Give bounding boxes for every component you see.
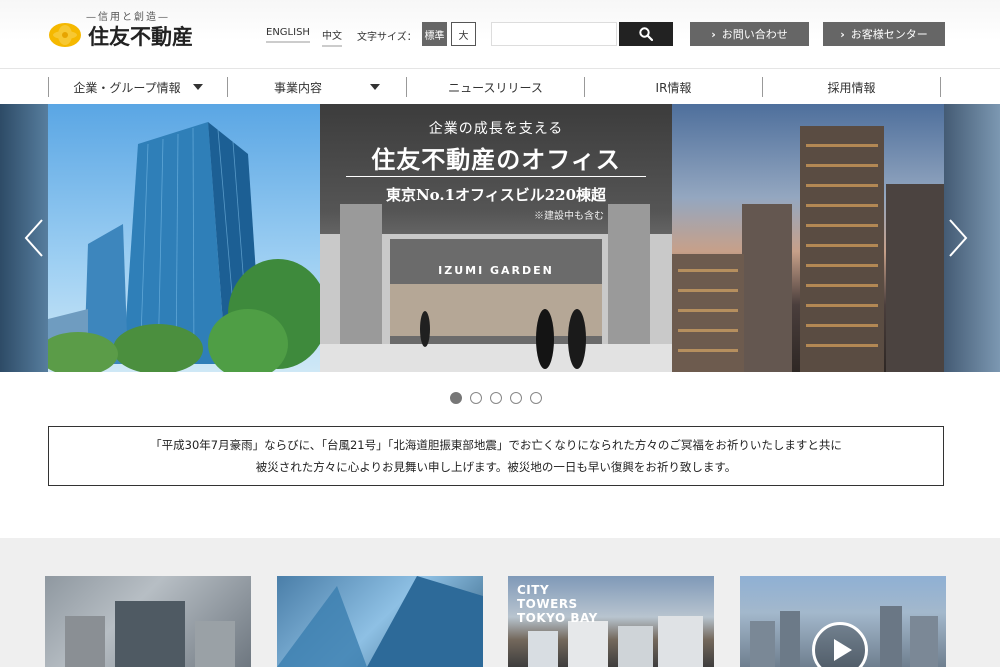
lang-english-link[interactable]: ENGLISH (266, 27, 310, 43)
play-triangle-icon (834, 639, 852, 661)
slider-dot-2[interactable] (470, 392, 482, 404)
city-aerial-image (65, 601, 235, 667)
nav-item-label: ニュースリリース (448, 80, 543, 95)
logo-mark-icon (49, 23, 81, 47)
feature-card-tower[interactable] (277, 576, 483, 667)
slider-dot-5[interactable] (530, 392, 542, 404)
site-logo[interactable]: —信用と創造— 住友不動産 (48, 8, 198, 49)
skyline-illustration (672, 126, 944, 372)
nav-item-label: 採用情報 (827, 80, 876, 95)
search-button[interactable] (619, 22, 673, 46)
logo-text: 住友不動産 (88, 25, 193, 49)
slider-pagination (450, 392, 542, 404)
feature-card-city-aerial[interactable] (45, 576, 251, 667)
feature-card-video[interactable] (740, 576, 946, 667)
search-input[interactable] (491, 22, 617, 46)
caret-down-icon (370, 84, 380, 90)
notice-line-1: 「平成30年7月豪雨」ならびに、「台風21号」「北海道胆振東部地震」でお亡くなり… (150, 438, 842, 452)
nav-item-label: 事業内容 (273, 80, 322, 95)
hero-divider (346, 176, 646, 177)
slider-dot-1[interactable] (450, 392, 462, 404)
hero-image-skyline (672, 104, 944, 372)
hero-subtitle: 東京No.1オフィスビル220棟超 (385, 186, 607, 204)
nav-item-business[interactable]: 事業内容 (227, 77, 406, 97)
font-size-large-button[interactable]: 大 (451, 22, 476, 46)
tower-image (277, 576, 483, 667)
site-header: —信用と創造— 住友不動産 ENGLISH 中文 文字サイズ： 標準 大 › お… (0, 0, 1000, 68)
card-title: CITY TOWERS TOKYO BAY (517, 583, 598, 625)
slider-prev-arrow-icon[interactable] (22, 216, 48, 260)
feature-card-city-towers-tokyo-bay[interactable]: CITY TOWERS TOKYO BAY (508, 576, 714, 667)
customer-center-button[interactable]: › お客様センター (823, 22, 945, 46)
hero-note: ※建設中も含む (534, 211, 604, 222)
nav-item-news[interactable]: ニュースリリース (406, 77, 584, 97)
contact-button-label: お問い合わせ (721, 28, 788, 41)
nav-item-label: 企業・グループ情報 (73, 80, 181, 95)
contact-button[interactable]: › お問い合わせ (690, 22, 809, 46)
building-sign: IZUMI GARDEN (438, 264, 554, 277)
slider-next-arrow-icon[interactable] (944, 216, 970, 260)
chevron-right-icon: › (840, 27, 845, 41)
disaster-notice: 「平成30年7月豪雨」ならびに、「台風21号」「北海道胆振東部地震」でお亡くなり… (48, 426, 944, 486)
notice-line-2: 被災された方々に心よりお見舞い申し上げます。被災地の一日も早い復興をお祈り致しま… (255, 460, 737, 474)
slider-dot-4[interactable] (510, 392, 522, 404)
hero-image-tower (48, 104, 320, 372)
hero-tagline: 企業の成長を支える (428, 121, 564, 137)
customer-center-button-label: お客様センター (850, 28, 928, 41)
nav-item-corporate[interactable]: 企業・グループ情報 (48, 77, 227, 97)
font-size-label: 文字サイズ： (357, 32, 417, 43)
search-icon (639, 27, 653, 41)
tower-illustration (48, 122, 320, 372)
global-nav: 企業・グループ情報 事業内容 ニュースリリース IR情報 採用情報 (0, 68, 1000, 104)
lang-chinese-link[interactable]: 中文 (322, 27, 342, 47)
chevron-right-icon: › (711, 27, 716, 41)
font-size-standard-button[interactable]: 標準 (422, 22, 447, 46)
play-icon[interactable] (812, 622, 868, 667)
hero-slider[interactable]: 企業の成長を支える 住友不動産のオフィス 東京No.1オフィスビル220棟超 ※… (0, 104, 1000, 372)
nav-item-ir[interactable]: IR情報 (584, 77, 762, 97)
nav-item-label: IR情報 (655, 80, 692, 95)
caret-down-icon (192, 84, 203, 90)
slider-dot-3[interactable] (490, 392, 502, 404)
hero-title: 住友不動産のオフィス (371, 145, 621, 174)
hero-image-office-lobby: 企業の成長を支える 住友不動産のオフィス 東京No.1オフィスビル220棟超 ※… (320, 104, 672, 372)
nav-item-recruit[interactable]: 採用情報 (762, 77, 941, 97)
